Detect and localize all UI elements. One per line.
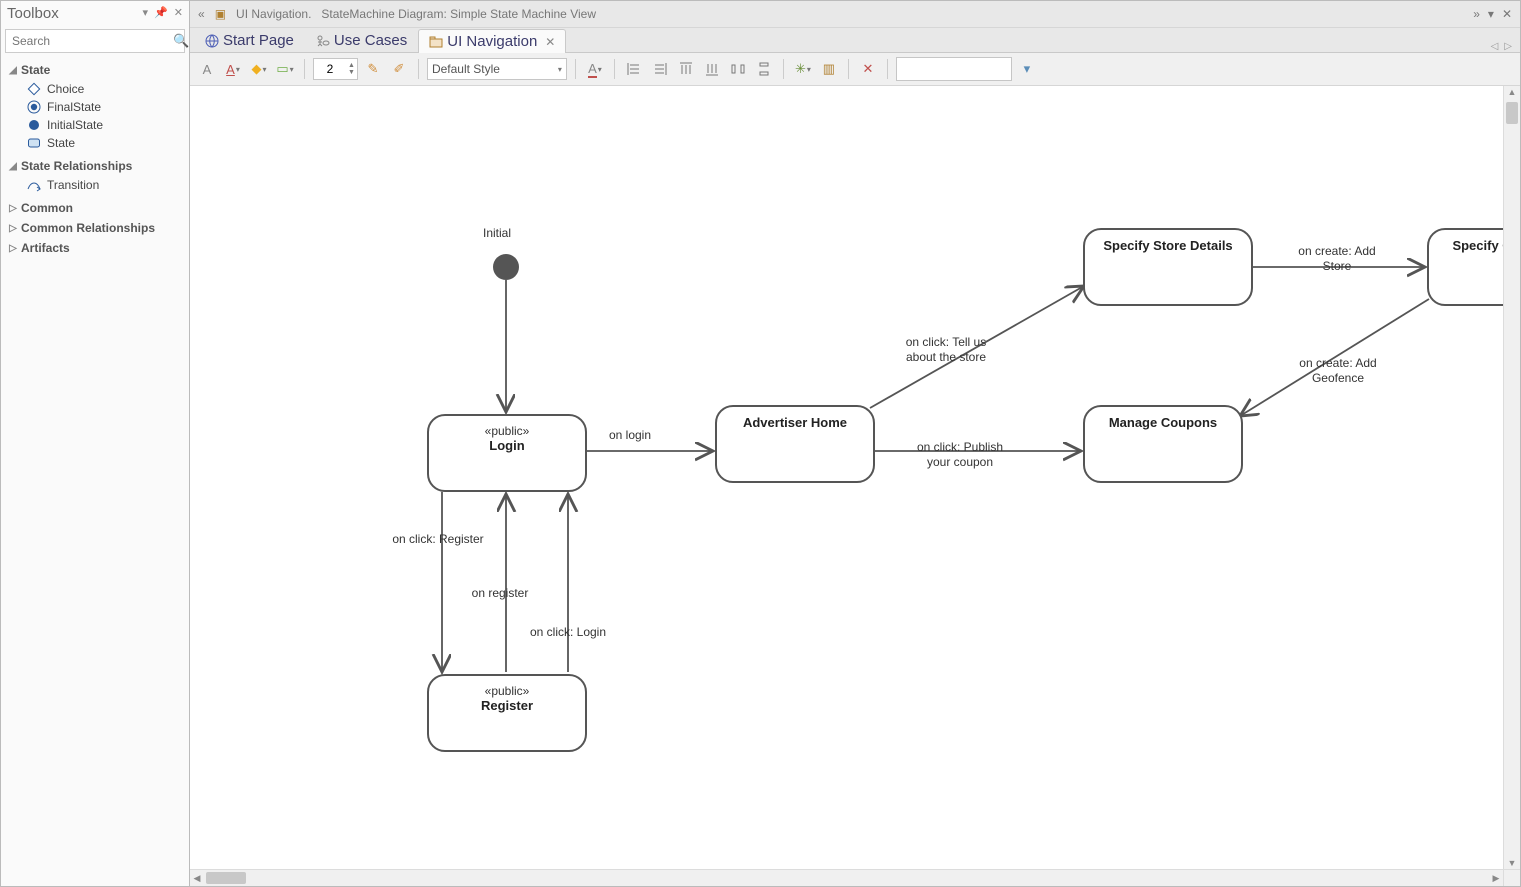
breadcrumb-diagram-type: StateMachine Diagram: Simple State Machi… bbox=[321, 7, 596, 21]
tree-item[interactable]: InitialState bbox=[1, 116, 189, 134]
state-name: Specify Geofence bbox=[1452, 238, 1503, 253]
tree-group-header[interactable]: ▷Artifacts bbox=[1, 238, 189, 258]
transition-label: on create: AddStore bbox=[1287, 244, 1387, 274]
distribute-h-tool[interactable] bbox=[727, 58, 749, 80]
panel-menu-icon[interactable]: ▾ bbox=[143, 8, 149, 19]
window-menu-icon[interactable]: ▾ bbox=[1488, 7, 1494, 21]
tab-start-page[interactable]: Start Page bbox=[194, 28, 305, 52]
tab-ui-navigation[interactable]: UI Navigation✕ bbox=[418, 29, 566, 53]
delete-tool[interactable]: ✕ bbox=[857, 58, 879, 80]
transition-label: on create: AddGeofence bbox=[1288, 356, 1388, 386]
line-color-tool[interactable]: ▭▾ bbox=[274, 58, 296, 80]
state-name: Register bbox=[481, 698, 533, 713]
diagram-toolbar: A A▾ ◆▾ ▭▾ ▲▼ ✎ ✐ Default Style ▾ A▾ bbox=[190, 53, 1520, 86]
vertical-scrollbar[interactable]: ▲ ▼ bbox=[1503, 86, 1520, 869]
stereotype-label: «public» bbox=[485, 684, 530, 698]
state-name: Manage Coupons bbox=[1109, 415, 1217, 430]
toolbox-search: 🔍 ρ ≡ bbox=[5, 29, 185, 53]
state-node-coupons[interactable]: Manage Coupons bbox=[1083, 405, 1243, 483]
tree-item[interactable]: Choice bbox=[1, 80, 189, 98]
filter-icon[interactable]: ▾ bbox=[1016, 58, 1038, 80]
tree-group-header[interactable]: ◢State Relationships bbox=[1, 156, 189, 176]
toolbox-header: Toolbox ▾ 📌 ✕ bbox=[1, 1, 189, 26]
tab-next-icon[interactable]: ▷ bbox=[1504, 41, 1512, 52]
align-right-tool[interactable] bbox=[649, 58, 671, 80]
state-node-specstore[interactable]: Specify Store Details bbox=[1083, 228, 1253, 306]
breadcrumb-diagram-name: UI Navigation. bbox=[236, 7, 311, 21]
horizontal-scrollbar[interactable]: ◀ ▶ bbox=[190, 869, 1520, 886]
font-tool[interactable]: A bbox=[196, 58, 218, 80]
tree-item[interactable]: Transition bbox=[1, 176, 189, 194]
state-name: Advertiser Home bbox=[743, 415, 847, 430]
search-input[interactable] bbox=[6, 30, 173, 52]
transition-label: on register bbox=[450, 586, 550, 601]
initial-node[interactable] bbox=[493, 254, 519, 280]
state-icon bbox=[27, 136, 41, 150]
main-area: « ▣ UI Navigation. StateMachine Diagram:… bbox=[190, 1, 1520, 886]
state-node-advhome[interactable]: Advertiser Home bbox=[715, 405, 875, 483]
tab-bar: Start PageUse CasesUI Navigation✕ ◁ ▷ bbox=[190, 28, 1520, 53]
font-style-tool[interactable]: A▾ bbox=[222, 58, 244, 80]
align-left-tool[interactable] bbox=[623, 58, 645, 80]
state-node-register[interactable]: «public»Register bbox=[427, 674, 587, 752]
state-node-login[interactable]: «public»Login bbox=[427, 414, 587, 492]
app-root: Toolbox ▾ 📌 ✕ 🔍 ρ ≡ ◢StateChoiceFinalSta… bbox=[0, 0, 1521, 887]
transition-label: on click: Register bbox=[388, 532, 488, 547]
tree-group-header[interactable]: ◢State bbox=[1, 60, 189, 80]
final-icon bbox=[27, 100, 41, 114]
layout-tool[interactable]: ✳▾ bbox=[792, 58, 814, 80]
toolbox-title: Toolbox bbox=[7, 5, 59, 22]
style-select[interactable]: Default Style ▾ bbox=[427, 58, 567, 80]
align-bottom-tool[interactable] bbox=[701, 58, 723, 80]
close-icon[interactable]: ✕ bbox=[174, 8, 183, 19]
initial-icon bbox=[27, 118, 41, 132]
state-name: Specify Store Details bbox=[1103, 238, 1232, 253]
breadcrumb-bar: « ▣ UI Navigation. StateMachine Diagram:… bbox=[190, 1, 1520, 28]
initial-label: Initial bbox=[483, 226, 511, 241]
search-icon[interactable]: 🔍 bbox=[173, 30, 189, 52]
diagram-canvas[interactable]: Initial«public»Login«public»RegisterAdve… bbox=[190, 86, 1503, 869]
tab-close-icon[interactable]: ✕ bbox=[545, 35, 555, 49]
brush-tool[interactable]: ✐ bbox=[388, 58, 410, 80]
text-color-tool[interactable]: A▾ bbox=[584, 58, 606, 80]
tab-use-cases[interactable]: Use Cases bbox=[305, 28, 418, 52]
stereotype-label: «public» bbox=[485, 424, 530, 438]
pin-icon[interactable]: 📌 bbox=[154, 8, 168, 19]
transition-label: on click: Login bbox=[518, 625, 618, 640]
v-scroll-thumb[interactable] bbox=[1506, 102, 1518, 124]
tree-group-header[interactable]: ▷Common Relationships bbox=[1, 218, 189, 238]
transition-icon bbox=[27, 178, 41, 192]
tree-item[interactable]: State bbox=[1, 134, 189, 152]
chevrons-left-icon[interactable]: « bbox=[198, 7, 205, 21]
state-name: Login bbox=[489, 438, 524, 453]
window-close-icon[interactable]: ✕ bbox=[1502, 7, 1512, 21]
toolbox-panel: Toolbox ▾ 📌 ✕ 🔍 ρ ≡ ◢StateChoiceFinalSta… bbox=[1, 1, 190, 886]
paint-tool[interactable]: ✎ bbox=[362, 58, 384, 80]
diagram-filter-input[interactable] bbox=[896, 57, 1012, 81]
toolbox-tree: ◢StateChoiceFinalStateInitialStateState ◢… bbox=[1, 56, 189, 886]
appearance-tool[interactable]: ▥ bbox=[818, 58, 840, 80]
align-top-tool[interactable] bbox=[675, 58, 697, 80]
diamond-icon bbox=[27, 82, 41, 96]
package-icon[interactable]: ▣ bbox=[215, 7, 226, 21]
fill-tool[interactable]: ◆▾ bbox=[248, 58, 270, 80]
transition-label: on click: Publishyour coupon bbox=[910, 440, 1010, 470]
canvas-wrap: Initial«public»Login«public»RegisterAdve… bbox=[190, 86, 1520, 869]
h-scroll-thumb[interactable] bbox=[206, 872, 246, 884]
style-select-value: Default Style bbox=[432, 62, 500, 76]
transition-label: on click: Tell usabout the store bbox=[896, 335, 996, 365]
tree-group-header[interactable]: ▷Common bbox=[1, 198, 189, 218]
line-width-input[interactable] bbox=[314, 61, 346, 77]
state-node-geofence[interactable]: Specify Geofence bbox=[1427, 228, 1503, 306]
line-width-stepper[interactable]: ▲▼ bbox=[313, 58, 358, 80]
tab-prev-icon[interactable]: ◁ bbox=[1491, 41, 1499, 52]
transition-label: on login bbox=[580, 428, 680, 443]
distribute-v-tool[interactable] bbox=[753, 58, 775, 80]
tree-item[interactable]: FinalState bbox=[1, 98, 189, 116]
chevrons-right-icon[interactable]: » bbox=[1473, 7, 1480, 21]
